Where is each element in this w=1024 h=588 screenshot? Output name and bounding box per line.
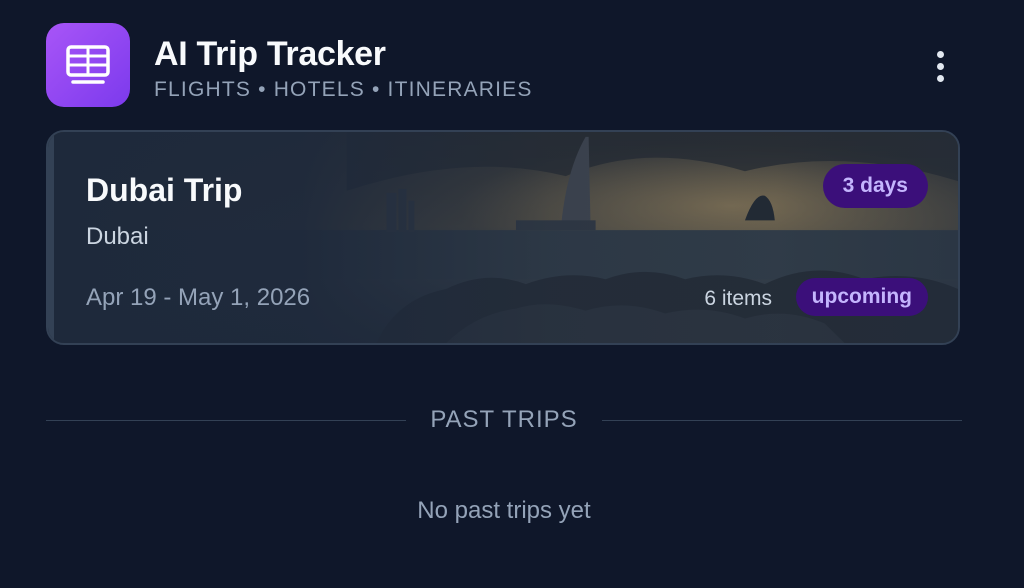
card-accent-bar [48, 132, 54, 343]
past-trips-empty-message: No past trips yet [417, 497, 591, 524]
app-title: AI Trip Tracker [154, 35, 386, 73]
more-vertical-icon [936, 50, 944, 58]
app-root: AI Trip Tracker FLIGHTS • HOTELS • ITINE… [0, 0, 1024, 588]
app-header: AI Trip Tracker FLIGHTS • HOTELS • ITINE… [46, 23, 956, 107]
trip-status-badge: upcoming [795, 278, 928, 316]
past-trips-heading: PAST TRIPS [430, 406, 578, 433]
trip-name: Dubai Trip [86, 172, 243, 208]
trip-items-count: 6 items [704, 287, 772, 310]
trip-destination: Dubai [86, 223, 149, 250]
calendar-grid-icon [66, 45, 110, 84]
divider-line-right [601, 419, 963, 421]
more-menu-button[interactable] [926, 41, 954, 91]
trip-card[interactable]: Dubai Trip Dubai Apr 19 - May 1, 2026 3 … [46, 130, 960, 345]
trip-duration-badge: 3 days [822, 164, 928, 208]
past-trips-divider: PAST TRIPS [46, 404, 963, 436]
trip-dates: Apr 19 - May 1, 2026 [86, 284, 311, 311]
app-logo [46, 23, 130, 107]
divider-line-left [46, 419, 407, 421]
app-subtitle: FLIGHTS • HOTELS • ITINERARIES [154, 78, 533, 101]
